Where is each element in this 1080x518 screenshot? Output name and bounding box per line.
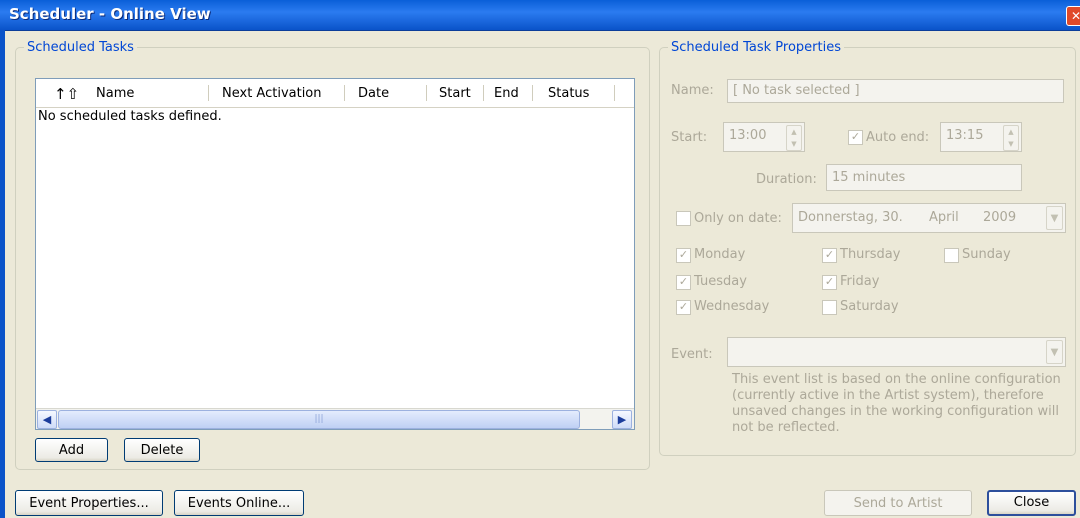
friday-label: Friday [840,274,880,289]
saturday-checkbox[interactable] [822,300,837,315]
duration-label: Duration: [756,172,817,187]
column-header-end[interactable]: End [494,79,519,107]
tuesday-checkbox[interactable]: ✓ [676,275,691,290]
chevron-down-icon[interactable]: ▼ [1046,206,1063,230]
friday-checkbox[interactable]: ✓ [822,275,837,290]
wednesday-label: Wednesday [694,299,770,314]
name-field[interactable]: [ No task selected ] [727,79,1064,103]
start-spinner-icon[interactable]: ▲ ▼ [786,125,802,151]
event-label: Event: [671,347,713,362]
event-properties-button[interactable]: Event Properties... [15,490,163,516]
column-header-start[interactable]: Start [439,79,471,107]
send-to-artist-button[interactable]: Send to Artist [824,490,972,516]
add-button[interactable]: Add [35,438,108,462]
date-weekday-day: Donnerstag, 30. [798,210,903,225]
end-spinner-icon[interactable]: ▲ ▼ [1003,125,1019,151]
column-separator[interactable] [483,85,484,101]
horizontal-scrollbar[interactable]: ◀ ||| ▶ [36,408,634,429]
chevron-down-icon[interactable]: ▼ [1046,340,1063,364]
auto-end-checkbox[interactable]: ✓ [848,130,863,145]
start-time-field[interactable]: 13:00 ▲ ▼ [723,122,805,152]
column-separator[interactable] [532,85,533,101]
scheduled-tasks-list[interactable]: ↑⇧ Name Next Activation Date Start End S… [35,78,635,430]
sort-ascending-icon[interactable]: ↑⇧ [54,79,79,107]
event-list-note: This event list is based on the online c… [732,372,1061,435]
event-dropdown[interactable]: ▼ [727,337,1066,367]
title-bar: Scheduler - Online View ✕ [0,0,1080,31]
tuesday-label: Tuesday [694,274,747,289]
thursday-checkbox[interactable]: ✓ [822,248,837,263]
column-header-date[interactable]: Date [358,79,389,107]
only-on-date-checkbox[interactable] [676,211,691,226]
window-frame-edge [0,30,5,518]
start-label: Start: [671,130,708,145]
column-separator[interactable] [426,85,427,101]
scrollbar-thumb[interactable]: ||| [58,410,580,429]
duration-field[interactable]: 15 minutes [826,164,1022,191]
column-separator[interactable] [614,85,615,101]
end-time-field[interactable]: 13:15 ▲ ▼ [940,122,1022,152]
date-month: April [929,210,959,225]
sunday-checkbox[interactable] [944,248,959,263]
name-label: Name: [671,83,714,98]
wednesday-checkbox[interactable]: ✓ [676,300,691,315]
task-properties-legend: Scheduled Task Properties [671,40,842,55]
column-header-name[interactable]: Name [96,79,134,107]
date-year: 2009 [983,210,1017,225]
start-time-value: 13:00 [729,128,767,143]
events-online-button[interactable]: Events Online... [174,490,304,516]
close-button[interactable]: Close [987,490,1076,516]
delete-button[interactable]: Delete [124,438,200,462]
date-picker[interactable]: Donnerstag, 30. April 2009 ▼ [792,203,1066,233]
window-title: Scheduler - Online View [9,5,211,23]
column-separator[interactable] [208,85,209,101]
scroll-left-icon[interactable]: ◀ [37,410,57,429]
list-header: ↑⇧ Name Next Activation Date Start End S… [36,79,634,108]
scroll-right-icon[interactable]: ▶ [612,410,632,429]
end-time-value: 13:15 [946,128,984,143]
close-window-icon[interactable]: ✕ [1066,6,1080,26]
empty-list-message: No scheduled tasks defined. [38,109,222,124]
column-separator[interactable] [344,85,345,101]
scheduled-tasks-legend: Scheduled Tasks [27,40,134,55]
monday-checkbox[interactable]: ✓ [676,248,691,263]
auto-end-label: Auto end: [866,130,930,145]
column-header-status[interactable]: Status [548,79,589,107]
monday-label: Monday [694,247,746,262]
thursday-label: Thursday [840,247,901,262]
column-header-next-activation[interactable]: Next Activation [222,79,322,107]
only-on-date-label: Only on date: [694,211,782,226]
sunday-label: Sunday [962,247,1011,262]
saturday-label: Saturday [840,299,899,314]
